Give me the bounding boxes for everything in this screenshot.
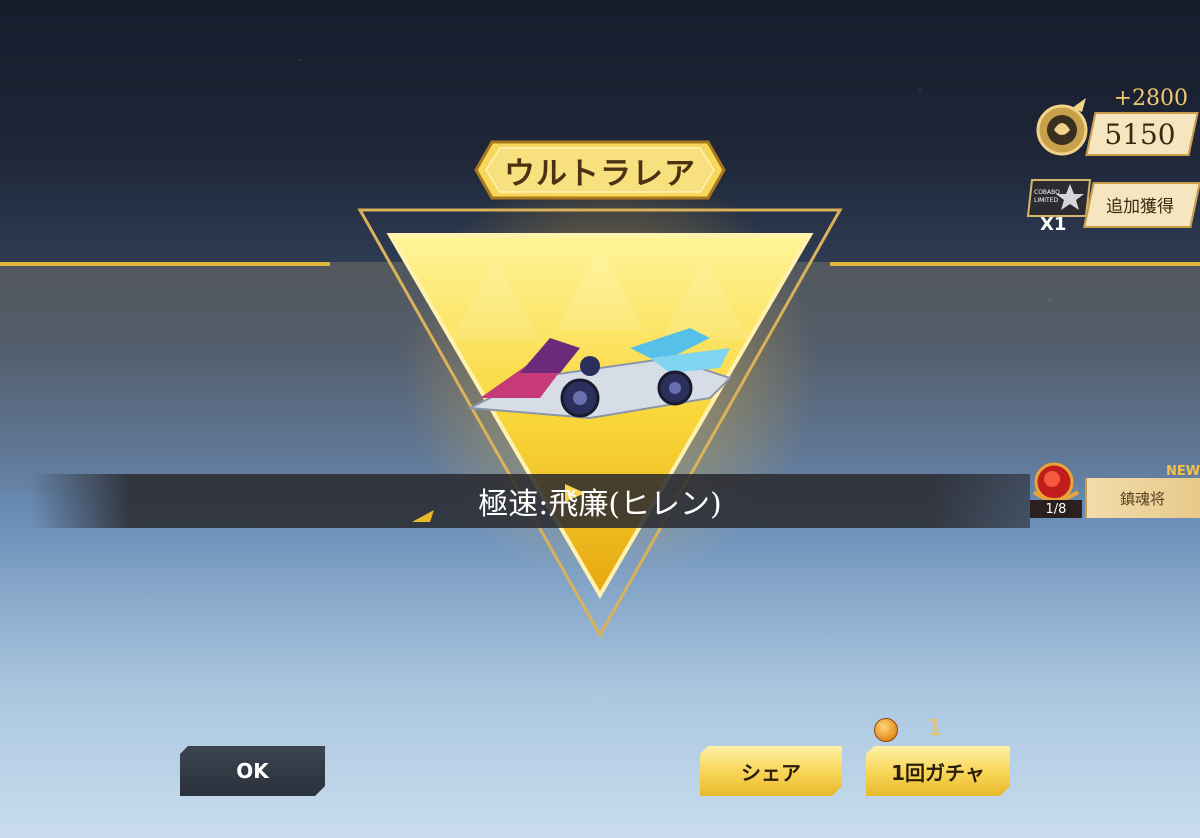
rarity-label: ウルトラレア [504, 155, 696, 192]
card-text-limited: LIMITED [1034, 197, 1059, 204]
band-line-right [830, 262, 1200, 266]
kart-image [466, 328, 732, 420]
gacha-once-button[interactable]: 1回ガチャ [866, 746, 1010, 796]
bonus-label: 追加獲得 [1106, 196, 1174, 217]
bonus-count: X1 [1040, 214, 1067, 235]
recipe-label: 鎮魂将 [1119, 489, 1165, 508]
item-name: 極速:飛廉(ヒレン) [478, 487, 722, 522]
currency-value: 5150 [1104, 117, 1176, 151]
gacha-coin-icon [874, 718, 898, 742]
card-text-collab: COBABO [1034, 189, 1060, 196]
band-line-left [0, 262, 330, 266]
recipe-progress: 1/8 [1030, 500, 1082, 518]
gacha-cost: 1 [928, 716, 942, 741]
ok-button[interactable]: OK [180, 746, 325, 796]
currency-delta: +2800 [1113, 86, 1188, 111]
share-button[interactable]: シェア [700, 746, 842, 796]
new-tag: NEW [1166, 464, 1200, 479]
